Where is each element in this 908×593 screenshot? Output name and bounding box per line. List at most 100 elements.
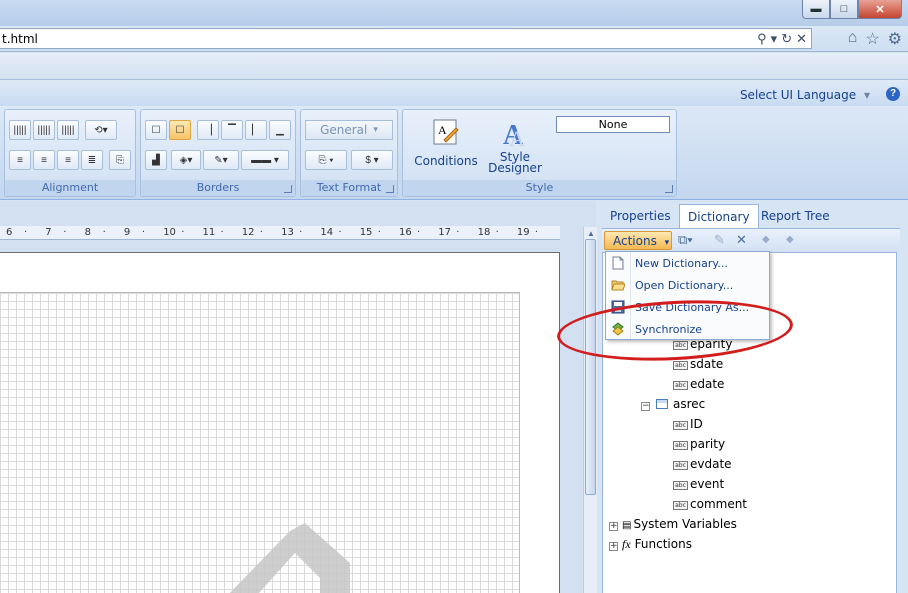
align-middle-button[interactable]: |||||	[33, 120, 55, 140]
expand-icon[interactable]: +	[609, 542, 618, 551]
ruler-tick: ·	[338, 227, 342, 238]
scrollbar-thumb[interactable]	[585, 239, 596, 495]
tree-field[interactable]: abc evdate	[673, 457, 732, 471]
settings-icon[interactable]: ⚙	[888, 29, 902, 49]
move-up-icon[interactable]: ◆	[762, 234, 770, 245]
tree-functions[interactable]: + fx Functions	[609, 537, 692, 552]
border-style-button[interactable]: ▬▬ ▾	[241, 150, 289, 170]
tree-field-label: sdate	[690, 357, 724, 371]
style-dialog-launcher[interactable]	[665, 185, 673, 193]
search-icon[interactable]: ⚲	[757, 31, 767, 47]
ui-language-selector[interactable]: Select UI Language ▾	[740, 88, 870, 102]
help-icon[interactable]: ?	[886, 87, 900, 101]
style-group-label: Style	[403, 180, 676, 196]
tree-field[interactable]: abc parity	[673, 437, 725, 451]
tree-field-label: edate	[690, 377, 725, 391]
shadow-button[interactable]: ▟	[145, 150, 167, 170]
actions-button[interactable]: Actions ▾	[604, 231, 672, 250]
ruler-number: 14	[320, 227, 334, 238]
ruler-number: 9	[123, 227, 131, 238]
dropdown-icon[interactable]: ▾	[771, 31, 778, 47]
format-number-button[interactable]: ⎘ ▾	[305, 150, 347, 170]
chevron-down-icon: ▾	[863, 88, 870, 102]
border-all-button[interactable]: ☐	[145, 120, 167, 140]
browser-tab-strip	[0, 53, 908, 80]
address-bar: t.html ⚲ ▾ ↻ ✕ ⌂ ☆ ⚙	[0, 26, 908, 52]
border-color-button[interactable]: ✎▾	[203, 150, 239, 170]
menu-item-new-dictionary[interactable]: New Dictionary...	[607, 253, 768, 274]
format-currency-button[interactable]: $ ▾	[351, 150, 393, 170]
border-left-button[interactable]: ▕	[197, 120, 219, 140]
collapse-icon[interactable]: −	[641, 402, 650, 411]
move-down-icon[interactable]: ◆	[786, 234, 794, 245]
rotate-text-button[interactable]: ⟲▾	[85, 120, 117, 140]
stop-icon[interactable]: ✕	[796, 31, 807, 47]
menu-item-open-dictionary[interactable]: Open Dictionary...	[607, 275, 768, 296]
tab-properties[interactable]: Properties	[602, 204, 679, 228]
expand-icon[interactable]: +	[609, 522, 618, 531]
text-format-combo[interactable]: General ▾	[305, 120, 393, 140]
actions-label: Actions	[613, 234, 657, 248]
ribbon: ||||| ||||| ||||| ⟲▾ ≡ ≡ ≡ ≣ ⎘ Alignment…	[0, 106, 908, 200]
style-designer-icon: A A	[503, 120, 525, 151]
tree-field[interactable]: abc edate	[673, 377, 724, 391]
borders-dialog-launcher[interactable]	[284, 185, 292, 193]
menu-item-label: New Dictionary...	[635, 257, 728, 270]
borders-group-label: Borders	[141, 180, 295, 196]
ui-language-label: Select UI Language	[739, 88, 857, 102]
align-right-button[interactable]: ≡	[57, 150, 79, 170]
text-format-dialog-launcher[interactable]	[386, 185, 394, 193]
edit-icon[interactable]: ✎	[714, 232, 725, 248]
minimize-button[interactable]: ▬	[802, 0, 830, 19]
style-designer-label-2: Designer	[488, 161, 542, 175]
report-page[interactable]	[0, 252, 560, 593]
home-icon[interactable]: ⌂	[848, 29, 858, 49]
border-top-button[interactable]: ▔	[221, 120, 243, 140]
refresh-icon[interactable]: ↻	[781, 31, 792, 47]
conditions-button[interactable]: A Conditions	[411, 118, 481, 167]
align-justify-button[interactable]: ≣	[81, 150, 103, 170]
style-designer-button[interactable]: A A Style Designer	[483, 118, 547, 174]
tree-table-asrec[interactable]: − asrec	[641, 397, 705, 411]
window-buttons: ▬ □ ✕	[802, 0, 902, 19]
align-center-button[interactable]: ≡	[33, 150, 55, 170]
ruler-tick: ·	[259, 227, 263, 238]
ruler-tick: ·	[299, 227, 303, 238]
align-bottom-button[interactable]: |||||	[57, 120, 79, 140]
delete-icon[interactable]: ✕	[736, 232, 747, 248]
style-selector[interactable]: None	[556, 116, 670, 133]
tree-field[interactable]: abc event	[673, 477, 724, 491]
tree-field-label: parity	[690, 437, 726, 451]
border-right-button[interactable]: ▏	[245, 120, 267, 140]
report-design-area: 6 · 7 · 8 · 9 · 10 · 11 · 12 · 13 · 14 · 15 · 16 · 17 · 18 · 19 ·	[0, 201, 596, 593]
align-left-button[interactable]: ≡	[9, 150, 31, 170]
app-header: Select UI Language ▾ ?	[0, 80, 908, 106]
design-vertical-scrollbar[interactable]: ▲	[583, 227, 597, 593]
url-field[interactable]: t.html ⚲ ▾ ↻ ✕	[0, 28, 812, 49]
border-bottom-button[interactable]: ▁	[269, 120, 291, 140]
ruler-number: 17	[438, 227, 452, 238]
align-top-button[interactable]: |||||	[9, 120, 31, 140]
ruler-tick: ·	[102, 227, 106, 238]
tab-dictionary[interactable]: Dictionary	[679, 204, 759, 228]
close-button[interactable]: ✕	[858, 0, 902, 19]
tab-report-tree[interactable]: Report Tree	[753, 204, 838, 228]
ruler-tick: ·	[181, 227, 185, 238]
tree-functions-label: Functions	[634, 537, 692, 551]
tree-system-variables[interactable]: + ▤ System Variables	[609, 517, 737, 531]
ruler-tick: ·	[63, 227, 67, 238]
tree-field[interactable]: abc comment	[673, 497, 747, 511]
new-document-icon	[612, 256, 624, 270]
tree-system-variables-label: System Variables	[633, 517, 737, 531]
word-wrap-button[interactable]: ⎘	[109, 150, 131, 170]
text-field-icon: abc	[673, 381, 688, 390]
tree-field[interactable]: abc ID	[673, 417, 703, 431]
border-none-button[interactable]: ☐	[169, 120, 191, 140]
text-field-icon: abc	[673, 441, 688, 450]
new-item-icon[interactable]: ⧉▾	[678, 232, 693, 248]
scroll-up-icon[interactable]: ▲	[587, 229, 595, 238]
favorites-icon[interactable]: ☆	[865, 29, 879, 49]
maximize-button[interactable]: □	[830, 0, 858, 19]
ruler-tick: ·	[141, 227, 146, 238]
fill-color-button[interactable]: ◈▾	[171, 150, 201, 170]
